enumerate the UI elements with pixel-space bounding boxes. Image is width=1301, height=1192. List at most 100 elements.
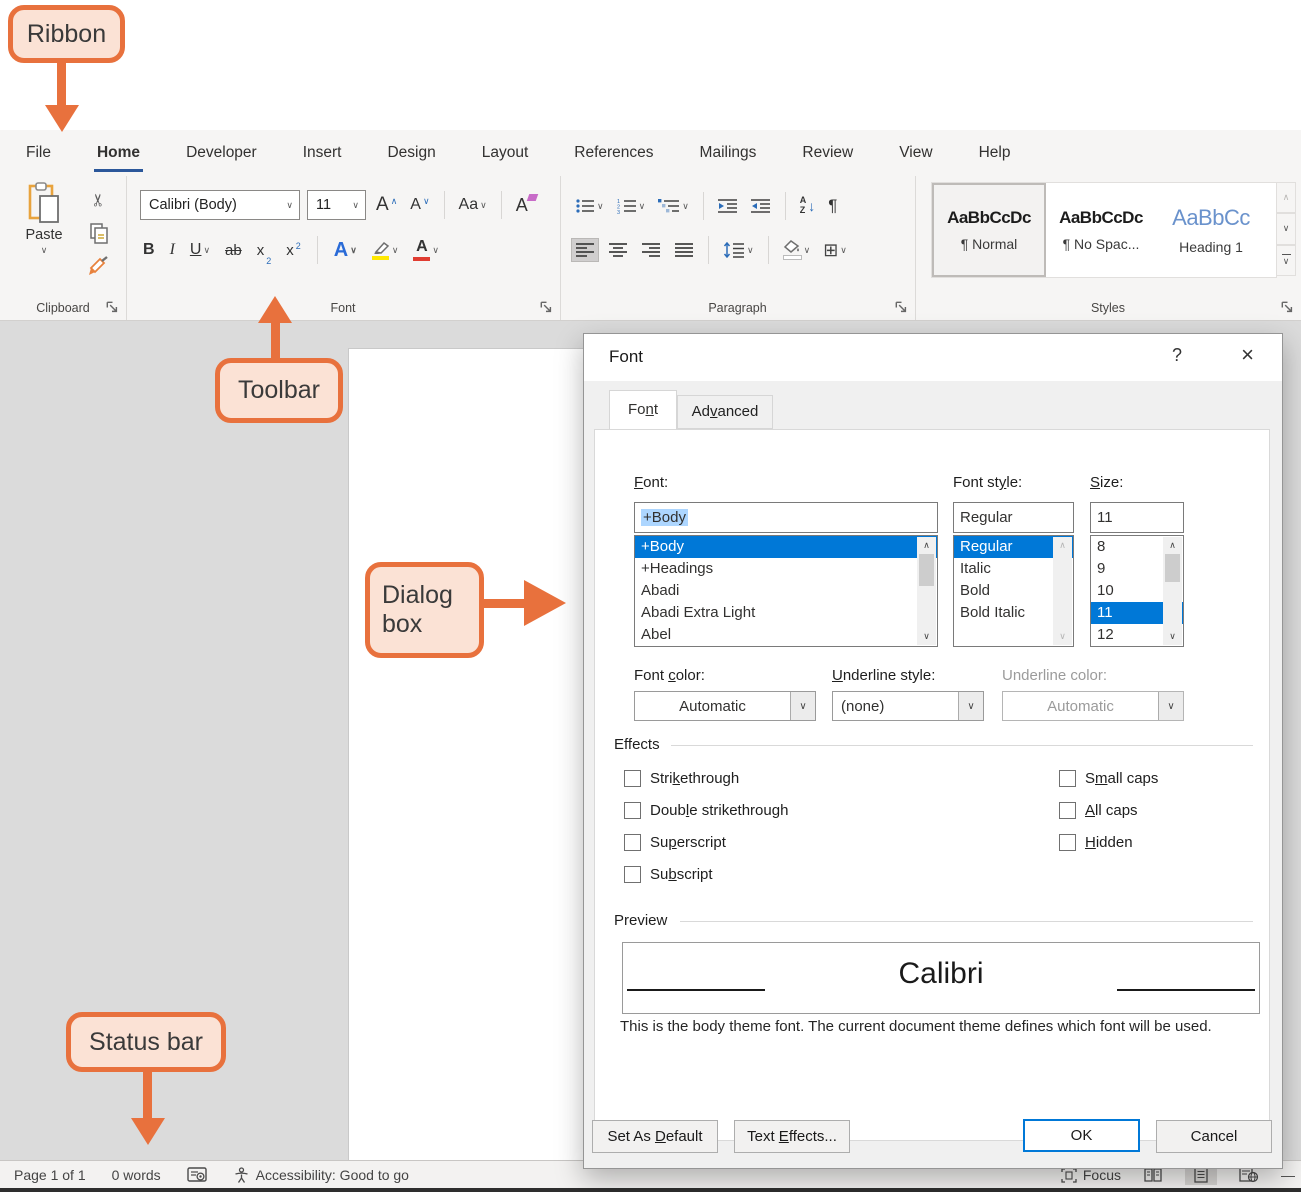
dialog-tab-advanced[interactable]: Advanced (677, 395, 773, 429)
font-style-list[interactable]: Regular Italic Bold Bold Italic ∧ ∨ (953, 535, 1074, 647)
clear-formatting-button[interactable]: A (513, 193, 531, 218)
cancel-button[interactable]: Cancel (1156, 1120, 1272, 1153)
tab-developer[interactable]: Developer (186, 144, 257, 162)
tab-view[interactable]: View (899, 144, 932, 162)
clipboard-dialog-launcher-icon[interactable] (106, 301, 119, 314)
highlight-color-button[interactable]: ∨ (369, 239, 402, 262)
list-item[interactable]: Abadi Extra Light (635, 602, 937, 624)
superscript-checkbox[interactable] (624, 834, 641, 851)
tab-mailings[interactable]: Mailings (700, 144, 757, 162)
paste-dropdown-icon[interactable]: ∨ (41, 246, 48, 255)
underline-button[interactable]: U ∨ (187, 239, 213, 261)
small-caps-checkbox[interactable] (1059, 770, 1076, 787)
tab-insert[interactable]: Insert (303, 144, 342, 162)
all-caps-checkbox[interactable] (1059, 802, 1076, 819)
tab-home[interactable]: Home (97, 144, 140, 162)
close-icon[interactable]: × (1241, 342, 1254, 368)
subscript-button[interactable]: x2 (254, 240, 275, 261)
tab-file[interactable]: File (26, 144, 51, 162)
bullets-button[interactable]: ∨ (572, 195, 607, 217)
numbering-button[interactable]: 123 ∨ (614, 195, 649, 217)
align-center-button[interactable] (605, 239, 631, 261)
list-item[interactable]: +Body (635, 536, 937, 558)
double-strikethrough-checkbox[interactable] (624, 802, 641, 819)
borders-icon: ⊞ (823, 241, 838, 259)
bold-button[interactable]: B (140, 239, 158, 261)
styles-scroll-down-icon[interactable]: ∨ (1276, 213, 1296, 244)
tab-help[interactable]: Help (979, 144, 1011, 162)
web-layout-button[interactable] (1239, 1167, 1259, 1183)
styles-more-icon[interactable]: ∨ (1276, 245, 1296, 276)
font-size-combo[interactable]: 11 ∨ (307, 190, 366, 220)
font-color-dropdown[interactable]: Automatic ∨ (634, 691, 816, 721)
style-normal[interactable]: AaBbCcDc ¶ Normal (932, 183, 1046, 277)
change-case-button[interactable]: Aa∨ (456, 194, 490, 216)
page-count[interactable]: Page 1 of 1 (14, 1167, 86, 1183)
style-heading-1[interactable]: AaBbCc Heading 1 (1156, 183, 1266, 277)
font-dialog-launcher-icon[interactable] (540, 301, 553, 314)
help-icon[interactable]: ? (1172, 345, 1182, 366)
dialog-tab-font[interactable]: Font (609, 390, 677, 429)
show-paragraph-marks-button[interactable]: ¶ (825, 193, 840, 219)
styles-scroll-up-icon[interactable]: ∧ (1276, 182, 1296, 213)
underline-style-dropdown[interactable]: (none) ∨ (832, 691, 984, 721)
tab-references[interactable]: References (574, 144, 653, 162)
format-painter-icon[interactable] (88, 256, 110, 276)
strikethrough-button[interactable]: ab (222, 240, 245, 261)
paragraph-dialog-launcher-icon[interactable] (895, 301, 908, 314)
increase-indent-button[interactable] (748, 195, 774, 217)
sort-button[interactable]: AZ ↓ (797, 193, 819, 219)
line-spacing-button[interactable]: ∨ (720, 239, 757, 261)
font-color-button[interactable]: A ∨ (410, 237, 442, 263)
align-right-button[interactable] (638, 239, 664, 261)
list-item[interactable]: Abel (635, 624, 937, 646)
hidden-checkbox[interactable] (1059, 834, 1076, 851)
strikethrough-checkbox[interactable] (624, 770, 641, 787)
font-style-scrollbar[interactable]: ∧ ∨ (1053, 537, 1072, 645)
set-as-default-button[interactable]: Set As Default (592, 1120, 718, 1153)
align-left-button[interactable] (572, 239, 598, 261)
underline-color-label: Underline color: (1002, 667, 1107, 684)
ribbon-tab-bar: File Home Developer Insert Design Layout… (0, 130, 1010, 176)
shrink-font-button[interactable]: A∨ (407, 194, 432, 216)
size-list[interactable]: 8 9 10 11 12 ∧ ∨ (1090, 535, 1184, 647)
macro-recording-icon[interactable] (187, 1167, 207, 1183)
style-no-spacing[interactable]: AaBbCcDc ¶ No Spac... (1046, 183, 1156, 277)
tab-design[interactable]: Design (387, 144, 435, 162)
superscript-button[interactable]: x2 (283, 240, 304, 261)
tab-review[interactable]: Review (802, 144, 853, 162)
copy-icon[interactable] (89, 222, 109, 244)
size-list-scrollbar[interactable]: ∧ ∨ (1163, 537, 1182, 645)
font-style-input[interactable]: Regular (953, 502, 1074, 533)
zoom-out-icon[interactable]: — (1281, 1167, 1295, 1183)
borders-button[interactable]: ⊞ ∨ (820, 238, 850, 262)
cut-icon[interactable]: ✂ (89, 193, 109, 207)
italic-button[interactable]: I (167, 239, 178, 261)
subscript-checkbox[interactable] (624, 866, 641, 883)
ok-button[interactable]: OK (1023, 1119, 1140, 1152)
text-effects-button-dialog[interactable]: Text Effects... (734, 1120, 850, 1153)
shading-button[interactable]: ∨ (780, 237, 814, 263)
paste-button[interactable]: Paste ∨ (14, 182, 74, 292)
font-name-combo[interactable]: Calibri (Body) ∨ (140, 190, 300, 220)
read-mode-button[interactable] (1143, 1167, 1163, 1183)
font-name-input[interactable]: +Body (634, 502, 938, 533)
accessibility-status[interactable]: Accessibility: Good to go (233, 1167, 409, 1184)
text-effects-button[interactable]: A∨ (331, 237, 360, 264)
size-input[interactable]: 11 (1090, 502, 1184, 533)
multilevel-list-button[interactable]: ∨ (655, 195, 692, 217)
focus-mode-button[interactable]: Focus (1061, 1167, 1121, 1183)
list-item[interactable]: Abadi (635, 580, 937, 602)
paste-clipboard-icon (27, 182, 61, 224)
styles-dialog-launcher-icon[interactable] (1281, 301, 1294, 314)
word-count[interactable]: 0 words (112, 1167, 161, 1183)
font-list[interactable]: +Body +Headings Abadi Abadi Extra Light … (634, 535, 938, 647)
ribbon-toolbar: Paste ∨ ✂ (0, 176, 1301, 320)
tab-layout[interactable]: Layout (482, 144, 529, 162)
justify-button[interactable] (671, 239, 697, 261)
list-item[interactable]: +Headings (635, 558, 937, 580)
grow-font-button[interactable]: A∧ (373, 192, 400, 218)
font-list-scrollbar[interactable]: ∧ ∨ (917, 537, 936, 645)
dialog-title-bar[interactable]: Font ? × (584, 334, 1282, 381)
decrease-indent-button[interactable] (715, 195, 741, 217)
